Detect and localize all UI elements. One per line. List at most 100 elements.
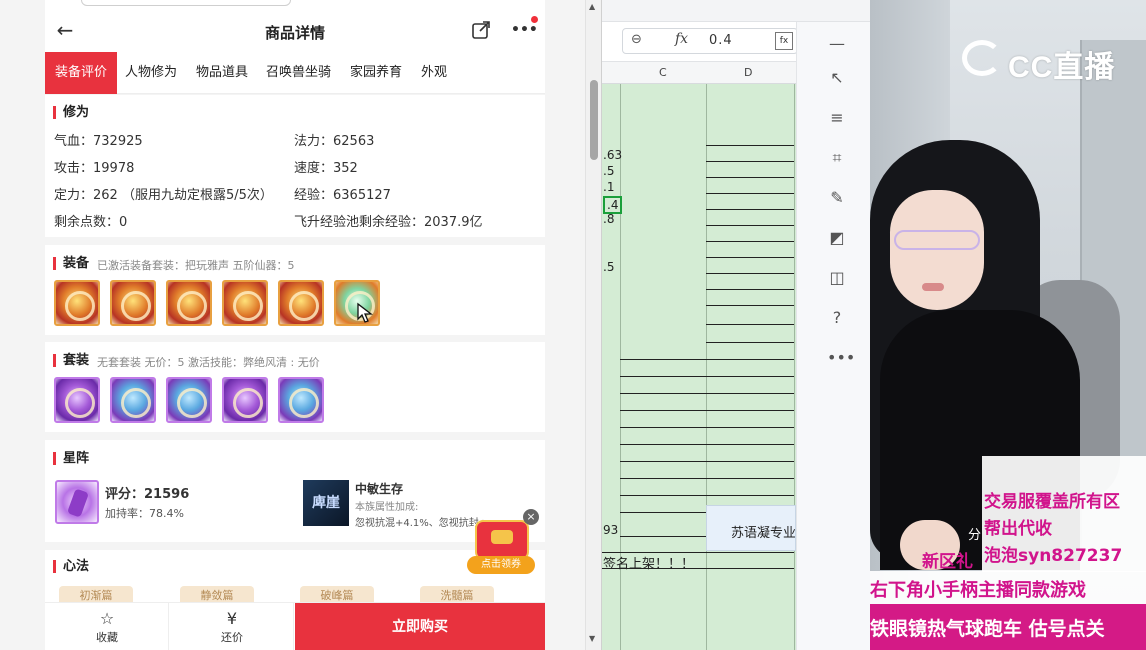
- stat-remaining-points: 剩余点数：0: [54, 215, 128, 230]
- price-tag-icon: ¥: [226, 609, 238, 628]
- select-arrow-icon[interactable]: ↖: [827, 68, 847, 88]
- section-title: 心法: [53, 560, 89, 573]
- equipment-item[interactable]: [278, 280, 324, 326]
- equipment-summary: 已激活装备套装：把玩雅声 五阶仙器：5: [97, 259, 295, 272]
- sheet-grid[interactable]: .63 .5 .1 .4 .8 .5 93 签名上架！！！: [600, 84, 796, 650]
- section-equipment: 装备 已激活装备套装：把玩雅声 五阶仙器：5: [45, 245, 545, 335]
- coupon-gift-button[interactable]: 点击领券: [465, 518, 537, 576]
- bargain-button[interactable]: ¥ 还价: [170, 603, 294, 650]
- book-search-icon[interactable]: ◫: [827, 268, 847, 288]
- stream-ad-line: 铁眼镜热气球跑车 估号点关: [870, 618, 1105, 640]
- suit-item[interactable]: [166, 377, 212, 423]
- coupon-label: 点击领券: [467, 556, 535, 574]
- page-title: 商品详情: [264, 24, 325, 42]
- suit-summary: 无套套装 无价：5 激活技能：弊绝风清 : 无价: [97, 356, 320, 369]
- star-style-subtitle: 本族属性加成:: [355, 502, 419, 513]
- tab-appearance[interactable]: 外观: [421, 52, 447, 94]
- insert-function-icon[interactable]: fx: [775, 32, 793, 50]
- close-gift-icon[interactable]: ×: [523, 509, 539, 525]
- mouse-cursor-icon: [357, 302, 373, 323]
- section-title: 套装: [53, 354, 89, 367]
- screen: ⊖ fx 0.4 fx C D .63 .5 .1 .4 .8 .5 93 签名…: [0, 0, 1146, 650]
- scrollbar-thumb[interactable]: [590, 80, 598, 160]
- suit-item[interactable]: [110, 377, 156, 423]
- star-style-image[interactable]: 庳崖: [303, 480, 349, 526]
- section-cultivation: 修为 气血：732925 法力：62563 攻击：19978 速度：352 定力…: [45, 95, 545, 237]
- mobile-window: ▲ ▼ ← 商品详情 ••• 装备评价 人物修为 物品道具 召唤兽坐骑 家园养育…: [0, 0, 602, 650]
- cell-value[interactable]: .5: [603, 164, 614, 178]
- stream-text: 分: [968, 528, 982, 543]
- live-stream-video: CC直播 分 交易服覆盖所有区 帮出代收 泡泡syn827237 新区礼 右下角…: [870, 0, 1146, 650]
- stat-ascension-pool: 飞升经验池剩余经验：2037.9亿: [294, 215, 483, 230]
- tab-home[interactable]: 家园养育: [350, 52, 402, 94]
- spreadsheet-window: ⊖ fx 0.4 fx C D .63 .5 .1 .4 .8 .5 93 签名…: [600, 0, 870, 650]
- stream-ad-line: 帮出代收: [984, 519, 1052, 539]
- page-header: ← 商品详情 •••: [45, 10, 545, 52]
- formula-box[interactable]: ⊖ fx 0.4 fx: [622, 28, 798, 54]
- cell-value[interactable]: .5: [603, 260, 614, 274]
- sheet-right-toolbar: — ↖ ≡ ⌗ ✎ ◩ ◫ ? •••: [796, 22, 870, 650]
- stat-speed: 速度：352: [294, 161, 358, 176]
- cell-value[interactable]: .1: [603, 180, 614, 194]
- notification-dot: [531, 16, 538, 23]
- equipment-item[interactable]: [166, 280, 212, 326]
- stream-logo: CC直播: [1008, 51, 1116, 84]
- crop-icon[interactable]: ⌗: [827, 148, 847, 168]
- stream-ad-line: 右下角小手柄主播同款游戏: [870, 580, 1086, 601]
- scroll-down-icon[interactable]: ▼: [589, 634, 595, 643]
- star-score: 评分：21596: [105, 487, 190, 502]
- equipment-item[interactable]: [110, 280, 156, 326]
- vertical-scrollbar[interactable]: ▲ ▼: [585, 0, 601, 650]
- bottom-action-bar: ☆ 收藏 ¥ 还价 立即购买: [45, 602, 545, 650]
- sheet-topbar: [600, 0, 870, 22]
- section-title: 星阵: [53, 452, 89, 465]
- formula-value[interactable]: 0.4: [709, 33, 733, 48]
- chart-icon[interactable]: ◩: [827, 228, 847, 248]
- section-suit: 套装 无套套装 无价：5 激活技能：弊绝风清 : 无价: [45, 342, 545, 432]
- stat-hp: 气血：732925: [54, 134, 143, 149]
- column-c-header[interactable]: C: [659, 66, 667, 79]
- minimize-icon[interactable]: —: [827, 34, 847, 54]
- star-array-image[interactable]: [55, 480, 99, 524]
- tab-summon-mount[interactable]: 召唤兽坐骑: [266, 52, 331, 94]
- tab-equipment-review[interactable]: 装备评价: [45, 52, 118, 94]
- cell-value[interactable]: .63: [603, 148, 622, 162]
- favorite-button[interactable]: ☆ 收藏: [45, 603, 169, 650]
- tab-items[interactable]: 物品道具: [196, 52, 248, 94]
- more-icon[interactable]: •••: [827, 348, 855, 368]
- favorite-label: 收藏: [96, 631, 118, 644]
- suit-item[interactable]: [222, 377, 268, 423]
- section-title: 装备: [53, 257, 89, 270]
- tools-icon[interactable]: ✎: [827, 188, 847, 208]
- star-style-name: 中敏生存: [355, 482, 404, 496]
- product-detail-page: ← 商品详情 ••• 装备评价 人物修为 物品道具 召唤兽坐骑 家园养育 外观 …: [45, 0, 545, 650]
- stream-ad-line: 新区礼: [922, 552, 973, 572]
- zoom-icon[interactable]: ⊖: [631, 32, 642, 47]
- buy-now-button[interactable]: 立即购买: [295, 603, 545, 650]
- star-outline-icon: ☆: [99, 609, 115, 628]
- share-icon[interactable]: [471, 20, 491, 40]
- fx-icon[interactable]: fx: [675, 31, 688, 47]
- stat-attack: 攻击：19978: [54, 161, 135, 176]
- suit-item[interactable]: [54, 377, 100, 423]
- tab-character[interactable]: 人物修为: [125, 52, 177, 94]
- scroll-up-icon[interactable]: ▲: [589, 2, 595, 11]
- column-d-header[interactable]: D: [744, 66, 752, 79]
- stat-mp: 法力：62563: [294, 134, 375, 149]
- cell-bottom-text[interactable]: 签名上架！！！: [603, 553, 694, 572]
- stat-experience: 经验：6365127: [294, 188, 391, 203]
- suit-item[interactable]: [278, 377, 324, 423]
- stat-focus: 定力：262 （服用九劫定根露5/5次）: [54, 188, 273, 203]
- cc-logo-icon: [962, 40, 1002, 76]
- cell-blue-name[interactable]: 苏语凝专业: [706, 505, 796, 551]
- stream-ad-line: 交易服覆盖所有区: [984, 492, 1120, 512]
- tab-bar: 装备评价 人物修为 物品道具 召唤兽坐骑 家园养育 外观: [45, 52, 545, 94]
- cell-value[interactable]: .8: [603, 212, 614, 226]
- equipment-item[interactable]: [222, 280, 268, 326]
- cell-value[interactable]: 93: [603, 523, 618, 537]
- section-title: 修为: [53, 106, 89, 119]
- stream-ad-line: 泡泡syn827237: [984, 546, 1123, 566]
- filter-sliders-icon[interactable]: ≡: [827, 108, 847, 128]
- equipment-item[interactable]: [54, 280, 100, 326]
- help-icon[interactable]: ?: [827, 308, 847, 328]
